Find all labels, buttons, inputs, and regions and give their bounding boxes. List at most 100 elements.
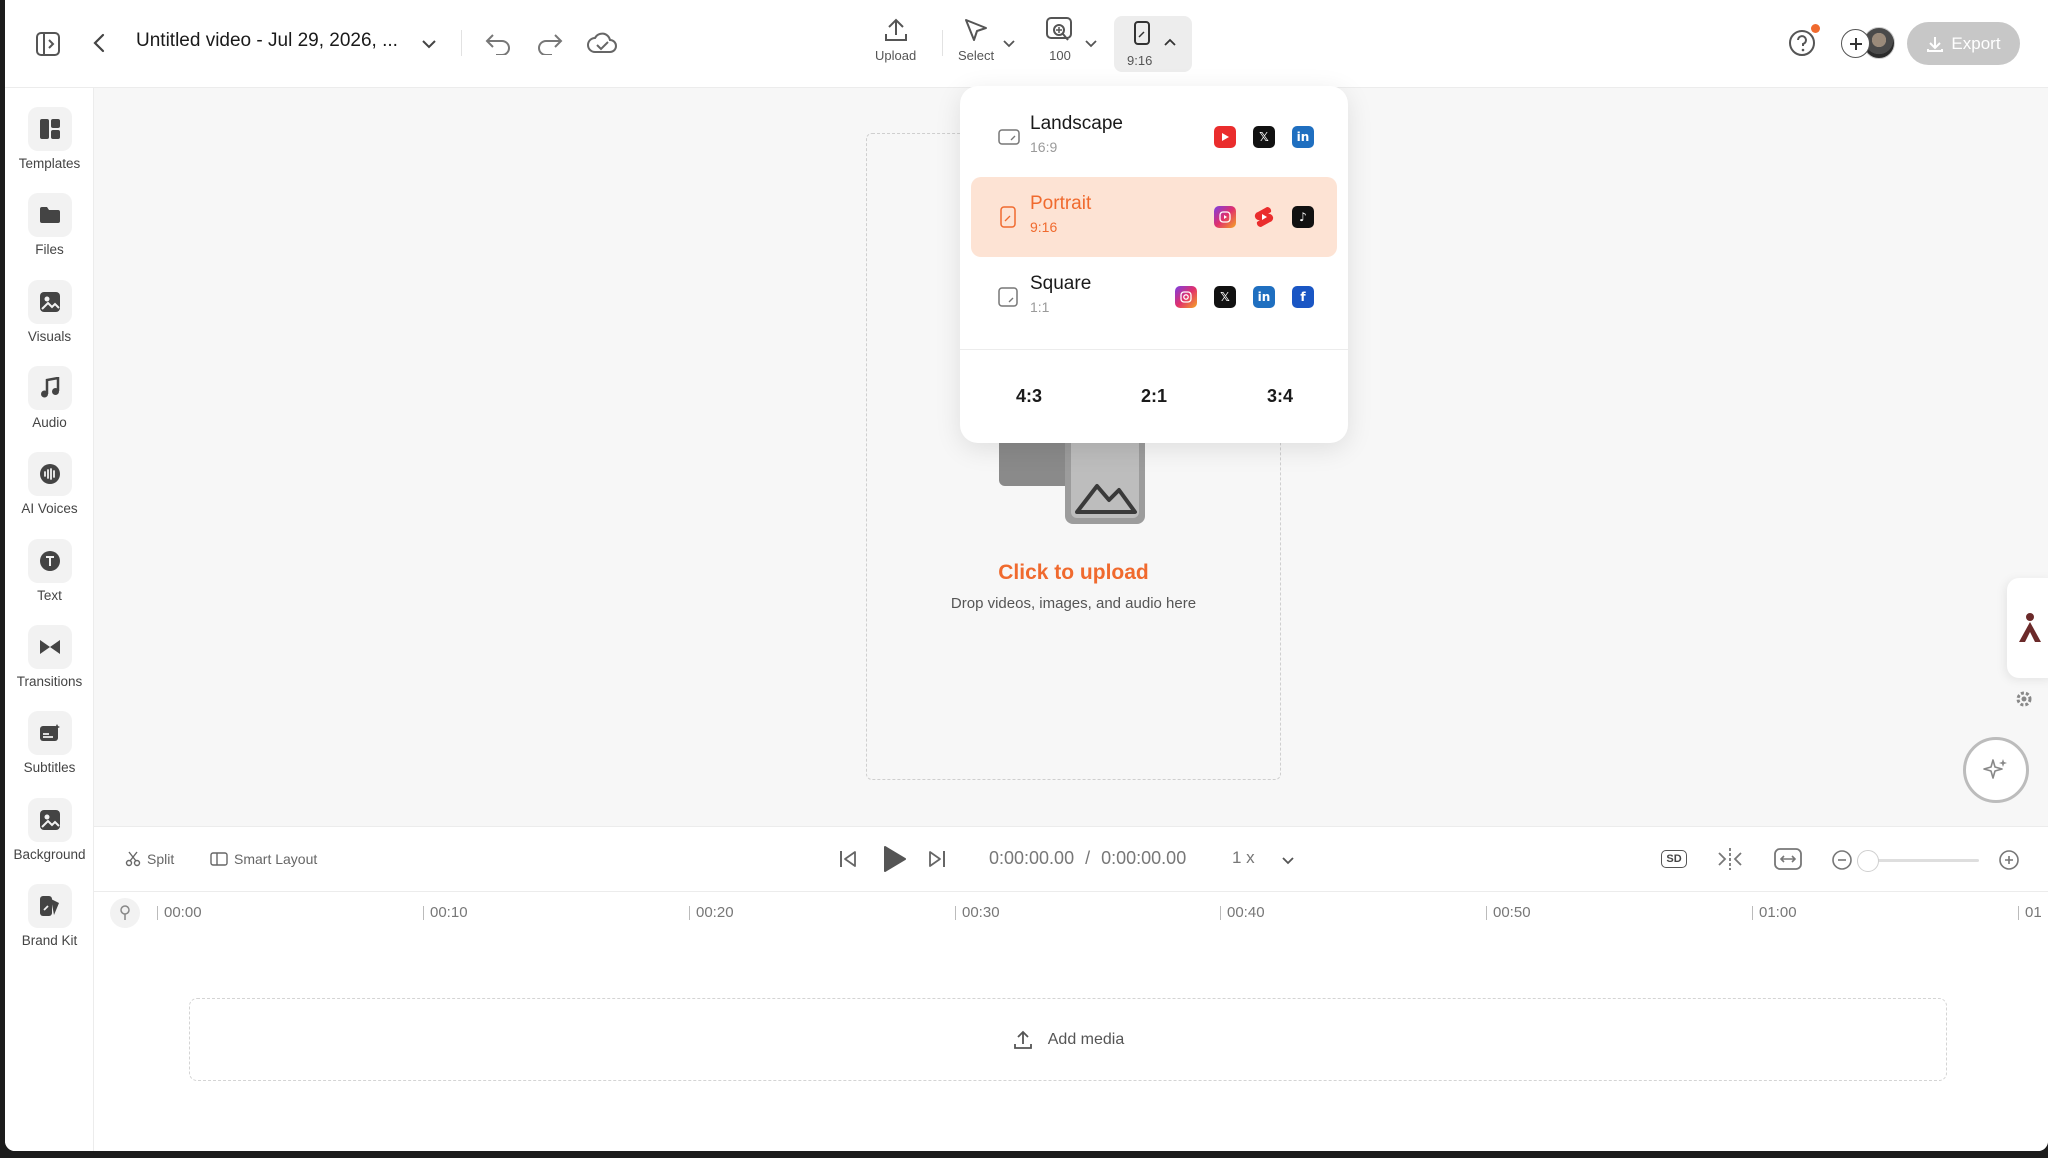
youtube-icon <box>1214 126 1236 148</box>
redo-icon[interactable] <box>535 29 565 57</box>
timeline-tick: 01:00 <box>1752 905 1797 920</box>
sidebar-item-brand-kit[interactable]: Brand Kit <box>5 884 94 948</box>
sidebar-item-label: Audio <box>32 415 67 430</box>
layout-icon <box>210 852 228 866</box>
aspect-option-3-4[interactable]: 3:4 <box>1240 386 1320 407</box>
toggle-sidebar-icon[interactable] <box>34 30 62 58</box>
aspect-option-name: Portrait <box>1030 193 1092 214</box>
export-button[interactable]: Export <box>1907 22 2020 65</box>
sidebar-item-templates[interactable]: Templates <box>5 107 94 171</box>
back-icon[interactable] <box>89 30 109 56</box>
project-title[interactable]: Untitled video - Jul 29, 2026, ... <box>136 30 398 52</box>
smart-layout-button[interactable]: Smart Layout <box>210 851 317 867</box>
select-tool-button[interactable]: Select <box>958 16 994 63</box>
export-label: Export <box>1951 33 2001 53</box>
sidebar-item-files[interactable]: Files <box>5 193 94 257</box>
sidebar-item-background[interactable]: Background <box>5 798 94 862</box>
play-icon[interactable] <box>879 844 909 874</box>
aspect-option-2-1[interactable]: 2:1 <box>1114 386 1194 407</box>
brand-kit-icon <box>27 884 72 928</box>
split-label: Split <box>147 851 175 867</box>
timeline-pin-icon[interactable] <box>110 898 140 928</box>
aspect-option-name: Landscape <box>1030 113 1123 134</box>
sidebar-item-ai-voices[interactable]: AI Voices <box>5 452 94 516</box>
quality-label: SD <box>1661 850 1687 868</box>
select-dropdown-icon[interactable] <box>1001 36 1017 50</box>
sidebar-item-visuals[interactable]: Visuals <box>5 280 94 344</box>
fit-width-icon[interactable] <box>1774 847 1802 871</box>
upload-hint: Drop videos, images, and audio here <box>950 595 1197 612</box>
zoom-icon <box>1046 17 1072 41</box>
aspect-ratio-button[interactable]: 9:16 <box>1114 16 1192 72</box>
cloud-saved-icon[interactable] <box>585 29 619 57</box>
title-dropdown-icon[interactable] <box>419 34 439 54</box>
zoom-in-icon[interactable] <box>1998 849 2020 871</box>
youtube-shorts-icon <box>1253 206 1275 228</box>
sidebar-item-label: Transitions <box>16 674 83 689</box>
templates-icon <box>27 107 72 151</box>
sidebar-item-label: AI Voices <box>21 501 78 516</box>
total-time: 0:00:00.00 <box>1101 848 1187 868</box>
editor-window: Untitled video - Jul 29, 2026, ... Uploa… <box>5 0 2048 1151</box>
zoom-slider-handle[interactable] <box>1857 850 1879 872</box>
skip-forward-icon[interactable] <box>925 847 949 871</box>
playback-speed[interactable]: 1 x <box>1232 848 1255 868</box>
text-icon <box>27 539 72 583</box>
aspect-option-landscape[interactable]: Landscape 16:9 𝕏 in <box>971 97 1337 177</box>
zoom-out-icon[interactable] <box>1831 849 1853 871</box>
linkedin-icon: in <box>1292 126 1314 148</box>
folder-icon <box>27 193 72 237</box>
aspect-option-portrait[interactable]: Portrait 9:16 ♪ <box>971 177 1337 257</box>
ai-magic-button[interactable] <box>1963 737 2029 803</box>
portrait-device-icon <box>1000 206 1016 228</box>
timeline-tick: 00:40 <box>1220 905 1265 920</box>
music-icon <box>27 366 72 410</box>
top-bar: Untitled video - Jul 29, 2026, ... Uploa… <box>5 0 2048 88</box>
aspect-option-name: Square <box>1030 273 1092 294</box>
split-button[interactable]: Split <box>125 851 174 867</box>
sidebar-item-label: Text <box>37 588 62 603</box>
speed-dropdown-icon[interactable] <box>1279 853 1297 867</box>
settings-gear-icon[interactable] <box>2015 690 2033 708</box>
sidebar-item-transitions[interactable]: Transitions <box>5 625 94 689</box>
upload-icon <box>884 18 907 41</box>
zoom-slider-track[interactable] <box>1869 859 1979 862</box>
quality-sd-button[interactable]: SD <box>1659 847 1689 871</box>
aspect-option-4-3[interactable]: 4:3 <box>989 386 1069 407</box>
sidebar-item-audio[interactable]: Audio <box>5 366 94 430</box>
timeline-tick: 00:00 <box>157 905 202 920</box>
undo-icon[interactable] <box>483 29 513 57</box>
add-collaborator-button[interactable] <box>1841 29 1870 58</box>
timeline-tick: 00:50 <box>1486 905 1531 920</box>
menu-divider <box>960 349 1348 350</box>
tiktok-icon: ♪ <box>1292 206 1314 228</box>
sidebar-item-label: Subtitles <box>23 760 76 775</box>
scissors-icon <box>125 851 141 867</box>
sidebar-item-text[interactable]: Text <box>5 539 94 603</box>
sidebar-item-label: Templates <box>18 156 81 171</box>
divider <box>461 30 462 56</box>
cursor-icon <box>965 19 988 41</box>
instagram-icon <box>1175 286 1197 308</box>
zoom-dropdown-icon[interactable] <box>1083 36 1099 50</box>
sidebar-item-subtitles[interactable]: Subtitles <box>5 711 94 775</box>
help-icon[interactable] <box>1787 24 1820 58</box>
split-view-icon[interactable] <box>1716 846 1744 872</box>
upload-button[interactable]: Upload <box>875 16 916 63</box>
playback-controls: Split Smart Layout 0:00:00.00 / 0:00:00.… <box>94 826 2048 892</box>
download-icon <box>1927 36 1944 52</box>
skip-back-icon[interactable] <box>836 847 860 871</box>
platform-icons: 𝕏 in f <box>1175 286 1314 308</box>
facebook-icon: f <box>1292 286 1314 308</box>
notification-dot <box>1811 24 1820 33</box>
assistant-side-tab[interactable] <box>2007 578 2048 678</box>
current-time: 0:00:00.00 <box>989 848 1075 868</box>
add-media-button[interactable]: Add media <box>189 998 1947 1081</box>
click-to-upload-link[interactable]: Click to upload <box>867 561 1280 585</box>
zoom-button[interactable]: 100 <box>1045 16 1075 63</box>
time-separator: / <box>1085 848 1091 868</box>
landscape-device-icon <box>998 129 1020 145</box>
timeline-tick: 01 <box>2018 905 2042 920</box>
aspect-option-square[interactable]: Square 1:1 𝕏 in f <box>971 257 1337 337</box>
x-icon: 𝕏 <box>1214 286 1236 308</box>
